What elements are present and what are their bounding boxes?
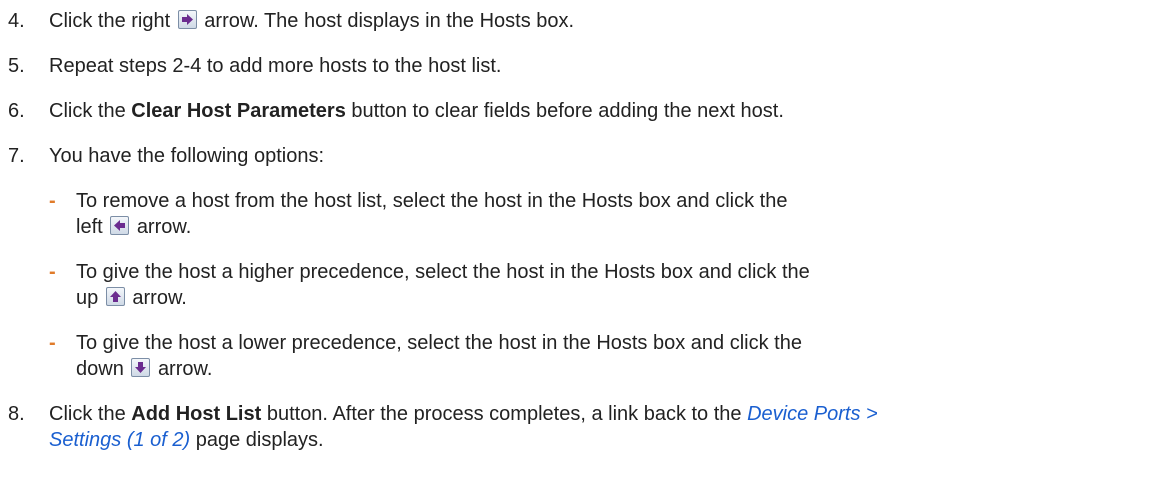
option-text: arrow. (132, 287, 187, 309)
option-text: arrow. (157, 358, 213, 380)
option-text: left (76, 216, 103, 238)
button-name: Add Host List (131, 403, 262, 425)
step-number: 5. (8, 55, 25, 77)
down-arrow-icon (131, 358, 151, 377)
option-text: down (76, 358, 124, 380)
up-arrow-icon (105, 287, 125, 306)
step-number: 7. (8, 145, 25, 167)
step-text: page displays. (195, 429, 324, 451)
step-text: You have the following options: (49, 145, 325, 167)
step-text: Click the (49, 403, 126, 425)
option-text: arrow. (136, 216, 192, 238)
step-number: 4. (8, 10, 25, 32)
step-text: arrow. The host displays in the Hosts bo… (204, 10, 575, 32)
option-text: To give the host a lower precedence, sel… (76, 332, 802, 354)
button-name: Clear Host Parameters (131, 100, 346, 122)
bullet-dash: - (49, 332, 56, 354)
device-ports-link[interactable]: Device Ports > (747, 403, 878, 425)
step-number: 8. (8, 403, 25, 425)
step-text: button to clear fields before adding the… (351, 100, 784, 122)
option-text: To remove a host from the host list, sel… (76, 190, 788, 212)
step-number: 6. (8, 100, 25, 122)
bullet-dash: - (49, 261, 56, 283)
step-text: Click the right (49, 10, 171, 32)
instructions-document: 4. Click the right arrow. The host displ… (0, 0, 1163, 502)
left-arrow-icon (110, 216, 130, 235)
option-text: up (76, 287, 99, 309)
settings-link[interactable]: Settings (1 of 2) (49, 429, 190, 451)
step-text: button. After the process completes, a l… (266, 403, 742, 425)
bullet-dash: - (49, 190, 56, 212)
step-text: Click the (49, 100, 126, 122)
step-text: Repeat steps 2-4 to add more hosts to th… (49, 55, 502, 77)
right-arrow-icon (177, 10, 197, 29)
option-text: To give the host a higher precedence, se… (76, 261, 810, 283)
